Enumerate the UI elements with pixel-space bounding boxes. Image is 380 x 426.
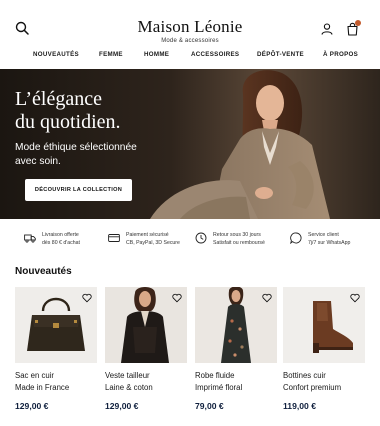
chat-icon [290, 232, 302, 244]
feature-text: Retour sous 30 jours Satisfait ou rembou… [213, 232, 265, 247]
section-title: Nouveautés [15, 266, 72, 277]
heart-icon[interactable] [82, 293, 92, 303]
product-card[interactable]: Robe fluide Imprimé floral 79,00 € [195, 287, 277, 411]
site-header: Maison Léonie Mode & accessoires [0, 0, 380, 46]
product-title: Bottines cuir [283, 371, 326, 380]
product-card[interactable]: Sac en cuir Made in France 129,00 € [15, 287, 97, 411]
feature-text: Paiement sécurisé CB, PayPal, 3D Secure [126, 232, 180, 247]
product-price: 129,00 € [105, 401, 139, 411]
heart-icon[interactable] [350, 293, 360, 303]
page: Maison Léonie Mode & accessoires NOUVEAU… [0, 0, 380, 426]
product-title: Sac en cuir [15, 371, 55, 380]
nav-item-accessoires[interactable]: ACCESSOIRES [191, 51, 239, 58]
product-subtitle: Laine & coton [105, 383, 153, 392]
heart-icon[interactable] [262, 293, 272, 303]
product-title: Robe fluide [195, 371, 235, 380]
feature-detail: CB, PayPal, 3D Secure [126, 239, 180, 246]
product-name: Bottines cuir Confort premium [283, 370, 365, 394]
discover-collection-button[interactable]: DÉCOUVRIR LA COLLECTION [25, 179, 132, 201]
truck-icon [24, 234, 36, 243]
product-name: Robe fluide Imprimé floral [195, 370, 277, 394]
heart-icon[interactable] [172, 293, 182, 303]
feature-detail: Satisfait ou remboursé [213, 239, 265, 246]
feature-title: Retour sous 30 jours [213, 232, 261, 238]
product-image[interactable] [195, 287, 277, 363]
product-card[interactable]: Veste tailleur Laine & coton 129,00 € [105, 287, 187, 411]
hero-title: L’élégance du quotidien. [15, 88, 121, 134]
product-price: 79,00 € [195, 401, 224, 411]
user-icon[interactable] [321, 23, 333, 35]
product-card[interactable]: Bottines cuir Confort premium 119,00 € [283, 287, 365, 411]
main-nav: NOUVEAUTÉS FEMME HOMME ACCESSOIRES DÉPÔT… [0, 51, 380, 67]
nav-item-depot-vente[interactable]: DÉPÔT-VENTE [257, 51, 304, 58]
product-subtitle: Confort premium [283, 383, 342, 392]
nav-item-homme[interactable]: HOMME [144, 51, 169, 58]
feature-title: Service client [308, 232, 339, 238]
feature-detail: 7j/7 sur WhatsApp [308, 239, 351, 246]
hero-subtitle-line-2: avec soin. [15, 156, 61, 167]
nav-item-a-propos[interactable]: À PROPOS [323, 51, 358, 58]
nav-item-nouveautes[interactable]: NOUVEAUTÉS [33, 51, 79, 58]
nav-item-femme[interactable]: FEMME [99, 51, 123, 58]
cart-badge [355, 20, 361, 26]
product-price: 129,00 € [15, 401, 49, 411]
product-name: Sac en cuir Made in France [15, 370, 97, 394]
hero-subtitle-line-1: Mode éthique sélectionnée [15, 142, 137, 153]
hero-subtitle: Mode éthique sélectionnée avec soin. [15, 141, 137, 169]
product-image[interactable] [105, 287, 187, 363]
clock-icon [195, 232, 207, 244]
product-image[interactable] [283, 287, 365, 363]
hero-banner: L’élégance du quotidien. Mode éthique sé… [0, 69, 380, 219]
product-subtitle: Made in France [15, 383, 70, 392]
product-name: Veste tailleur Laine & coton [105, 370, 187, 394]
hero-title-line-2: du quotidien. [15, 111, 121, 133]
product-title: Veste tailleur [105, 371, 150, 380]
product-price: 119,00 € [283, 401, 316, 411]
feature-text: Livraison offerte dès 80 € d'achat [42, 232, 80, 247]
feature-title: Livraison offerte [42, 232, 79, 238]
credit-card-icon [108, 234, 120, 242]
brand-tagline: Mode & accessoires [161, 38, 219, 44]
feature-title: Paiement sécurisé [126, 232, 169, 238]
hero-title-line-1: L’élégance [15, 88, 102, 110]
features-bar: Livraison offerte dès 80 € d'achat Paiem… [0, 226, 380, 256]
product-subtitle: Imprimé floral [195, 383, 243, 392]
product-image[interactable] [15, 287, 97, 363]
feature-detail: dès 80 € d'achat [42, 239, 80, 246]
feature-text: Service client 7j/7 sur WhatsApp [308, 232, 350, 247]
